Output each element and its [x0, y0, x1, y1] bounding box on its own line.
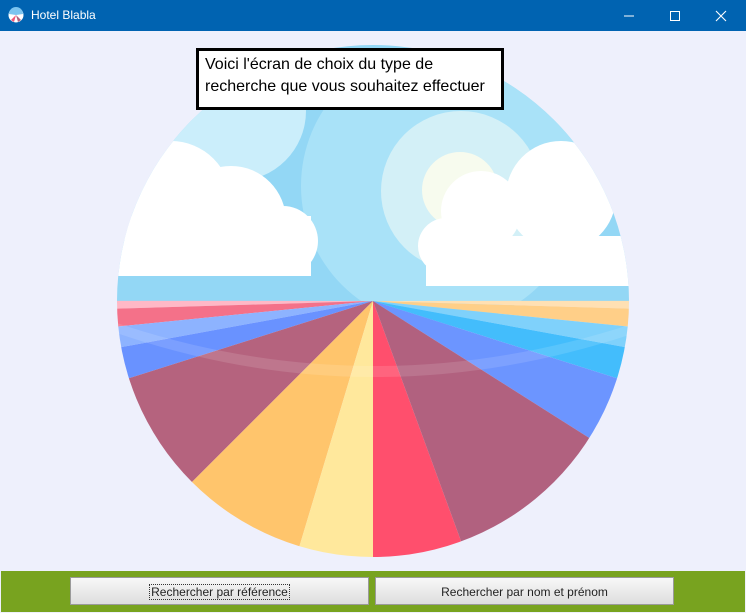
- main-content: Voici l'écran de choix du type de recher…: [1, 31, 745, 571]
- window-title: Hotel Blabla: [31, 8, 96, 22]
- search-by-reference-button[interactable]: Rechercher par référence: [70, 577, 369, 605]
- close-button[interactable]: [698, 0, 744, 31]
- title-bar[interactable]: Hotel Blabla: [0, 0, 746, 31]
- beach-umbrella-illustration: [117, 45, 629, 557]
- minimize-button[interactable]: [606, 0, 652, 31]
- search-by-name-label: Rechercher par nom et prénom: [441, 585, 608, 599]
- maximize-icon: [670, 11, 680, 21]
- close-icon: [715, 10, 727, 22]
- action-bar: Rechercher par référence Rechercher par …: [1, 571, 745, 612]
- search-by-reference-label: Rechercher par référence: [149, 584, 290, 600]
- minimize-icon: [624, 15, 634, 17]
- globe-umbrella-icon: [8, 7, 24, 23]
- instruction-text-box: Voici l'écran de choix du type de recher…: [196, 48, 504, 110]
- instruction-text: Voici l'écran de choix du type de recher…: [205, 56, 485, 95]
- search-by-name-button[interactable]: Rechercher par nom et prénom: [375, 577, 674, 605]
- maximize-button[interactable]: [652, 0, 698, 31]
